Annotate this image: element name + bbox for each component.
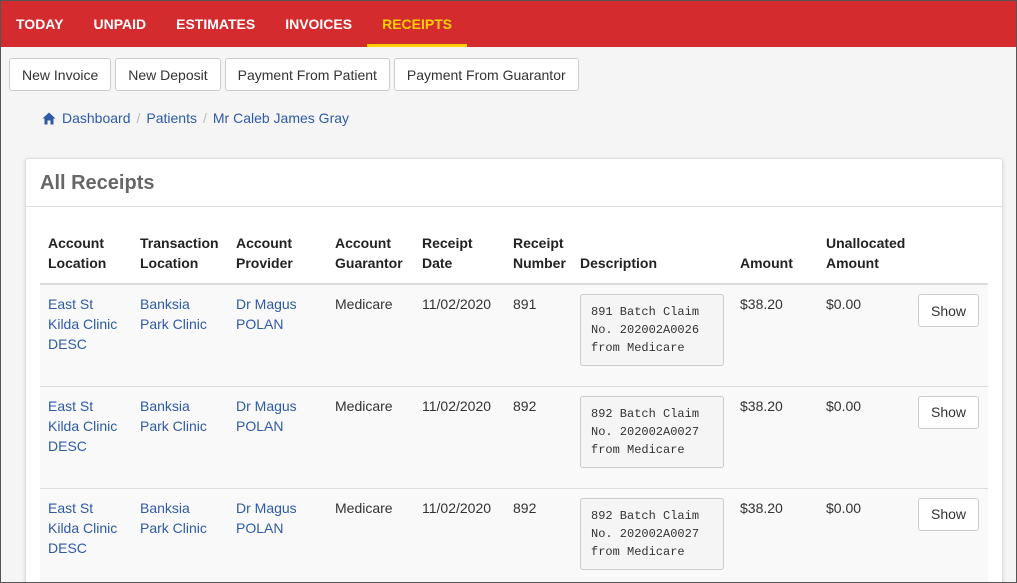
breadcrumb: Dashboard / Patients / Mr Caleb James Gr… — [42, 110, 1016, 126]
cell-account-guarantor: Medicare — [327, 487, 414, 582]
cell-receipt-date: 11/02/2020 — [414, 487, 505, 582]
cell-receipt-date: 11/02/2020 — [414, 283, 505, 386]
cell-transaction-location: Banksia Park Clinic — [132, 283, 228, 386]
table-row: East St Kilda Clinic DESC Banksia Park C… — [40, 283, 988, 386]
account-provider-link[interactable]: Dr Magus POLAN — [236, 398, 297, 434]
cell-description: 892 Batch Claim No. 202002A0027 from Med… — [572, 385, 732, 488]
payment-from-patient-button[interactable]: Payment From Patient — [224, 58, 390, 91]
breadcrumb-patient-name[interactable]: Mr Caleb James Gray — [213, 110, 349, 126]
header-unallocated-amount: Unallocated Amount — [818, 221, 910, 285]
account-location-link[interactable]: East St Kilda Clinic DESC — [48, 296, 117, 352]
table-row: East St Kilda Clinic DESC Banksia Park C… — [40, 385, 988, 488]
new-invoice-button[interactable]: New Invoice — [9, 58, 112, 91]
panel-title: All Receipts — [26, 159, 1002, 207]
cell-unallocated-amount: $0.00 — [818, 385, 910, 488]
cell-account-location: East St Kilda Clinic DESC — [40, 385, 132, 488]
account-provider-link[interactable]: Dr Magus POLAN — [236, 500, 297, 536]
header-transaction-location: Transaction Location — [132, 221, 228, 285]
payment-from-guarantor-button[interactable]: Payment From Guarantor — [393, 58, 579, 91]
cell-account-provider: Dr Magus POLAN — [228, 487, 327, 582]
account-provider-link[interactable]: Dr Magus POLAN — [236, 296, 297, 332]
cell-amount: $38.20 — [732, 385, 818, 488]
cell-account-location: East St Kilda Clinic DESC — [40, 283, 132, 386]
cell-amount: $38.20 — [732, 283, 818, 386]
breadcrumb-dashboard-label: Dashboard — [62, 110, 131, 126]
cell-description: 891 Batch Claim No. 202002A0026 from Med… — [572, 283, 732, 386]
tab-unpaid[interactable]: UNPAID — [78, 1, 161, 47]
new-deposit-button[interactable]: New Deposit — [115, 58, 221, 91]
cell-unallocated-amount: $0.00 — [818, 283, 910, 386]
transaction-location-link[interactable]: Banksia Park Clinic — [140, 398, 207, 434]
description-box: 892 Batch Claim No. 202002A0027 from Med… — [580, 497, 724, 570]
action-toolbar: New Invoice New Deposit Payment From Pat… — [1, 47, 1016, 91]
show-button[interactable]: Show — [918, 395, 979, 429]
header-receipt-number: Receipt Number — [505, 221, 572, 285]
cell-receipt-date: 11/02/2020 — [414, 385, 505, 488]
breadcrumb-separator: / — [202, 110, 207, 126]
show-button[interactable]: Show — [918, 294, 979, 327]
description-box: 892 Batch Claim No. 202002A0027 from Med… — [580, 395, 724, 468]
header-description: Description — [572, 221, 732, 285]
account-location-link[interactable]: East St Kilda Clinic DESC — [48, 398, 117, 454]
header-amount: Amount — [732, 221, 818, 285]
receipts-table: Account Location Transaction Location Ac… — [40, 221, 988, 582]
cell-unallocated-amount: $0.00 — [818, 487, 910, 582]
tab-invoices[interactable]: INVOICES — [270, 1, 367, 47]
cell-transaction-location: Banksia Park Clinic — [132, 487, 228, 582]
cell-receipt-number: 892 — [505, 487, 572, 582]
cell-actions: Show — [910, 487, 988, 582]
tab-today[interactable]: TODAY — [1, 1, 78, 47]
cell-receipt-number: 892 — [505, 385, 572, 488]
home-icon — [42, 112, 56, 124]
receipts-panel: All Receipts Account Location Transactio… — [25, 158, 1003, 582]
tab-receipts[interactable]: RECEIPTS — [367, 1, 468, 47]
description-box: 891 Batch Claim No. 202002A0026 from Med… — [580, 294, 724, 366]
cell-account-provider: Dr Magus POLAN — [228, 283, 327, 386]
cell-description: 892 Batch Claim No. 202002A0027 from Med… — [572, 487, 732, 582]
header-account-location: Account Location — [40, 221, 132, 285]
tab-estimates[interactable]: ESTIMATES — [161, 1, 270, 47]
header-receipt-date: Receipt Date — [414, 221, 505, 285]
breadcrumb-dashboard[interactable]: Dashboard — [42, 110, 131, 126]
cell-account-location: East St Kilda Clinic DESC — [40, 487, 132, 582]
table-row: East St Kilda Clinic DESC Banksia Park C… — [40, 487, 988, 582]
cell-account-provider: Dr Magus POLAN — [228, 385, 327, 488]
cell-actions: Show — [910, 283, 988, 386]
header-actions — [910, 221, 988, 285]
header-account-provider: Account Provider — [228, 221, 327, 285]
cell-account-guarantor: Medicare — [327, 283, 414, 386]
top-navigation: TODAY UNPAID ESTIMATES INVOICES RECEIPTS — [1, 1, 1016, 47]
breadcrumb-patients[interactable]: Patients — [146, 110, 197, 126]
transaction-location-link[interactable]: Banksia Park Clinic — [140, 296, 207, 332]
app-window: TODAY UNPAID ESTIMATES INVOICES RECEIPTS… — [0, 0, 1017, 583]
cell-transaction-location: Banksia Park Clinic — [132, 385, 228, 488]
cell-account-guarantor: Medicare — [327, 385, 414, 488]
cell-actions: Show — [910, 385, 988, 488]
show-button[interactable]: Show — [918, 497, 979, 531]
transaction-location-link[interactable]: Banksia Park Clinic — [140, 500, 207, 536]
table-header-row: Account Location Transaction Location Ac… — [40, 221, 988, 285]
breadcrumb-separator: / — [136, 110, 141, 126]
account-location-link[interactable]: East St Kilda Clinic DESC — [48, 500, 117, 556]
cell-amount: $38.20 — [732, 487, 818, 582]
header-account-guarantor: Account Guarantor — [327, 221, 414, 285]
cell-receipt-number: 891 — [505, 283, 572, 386]
